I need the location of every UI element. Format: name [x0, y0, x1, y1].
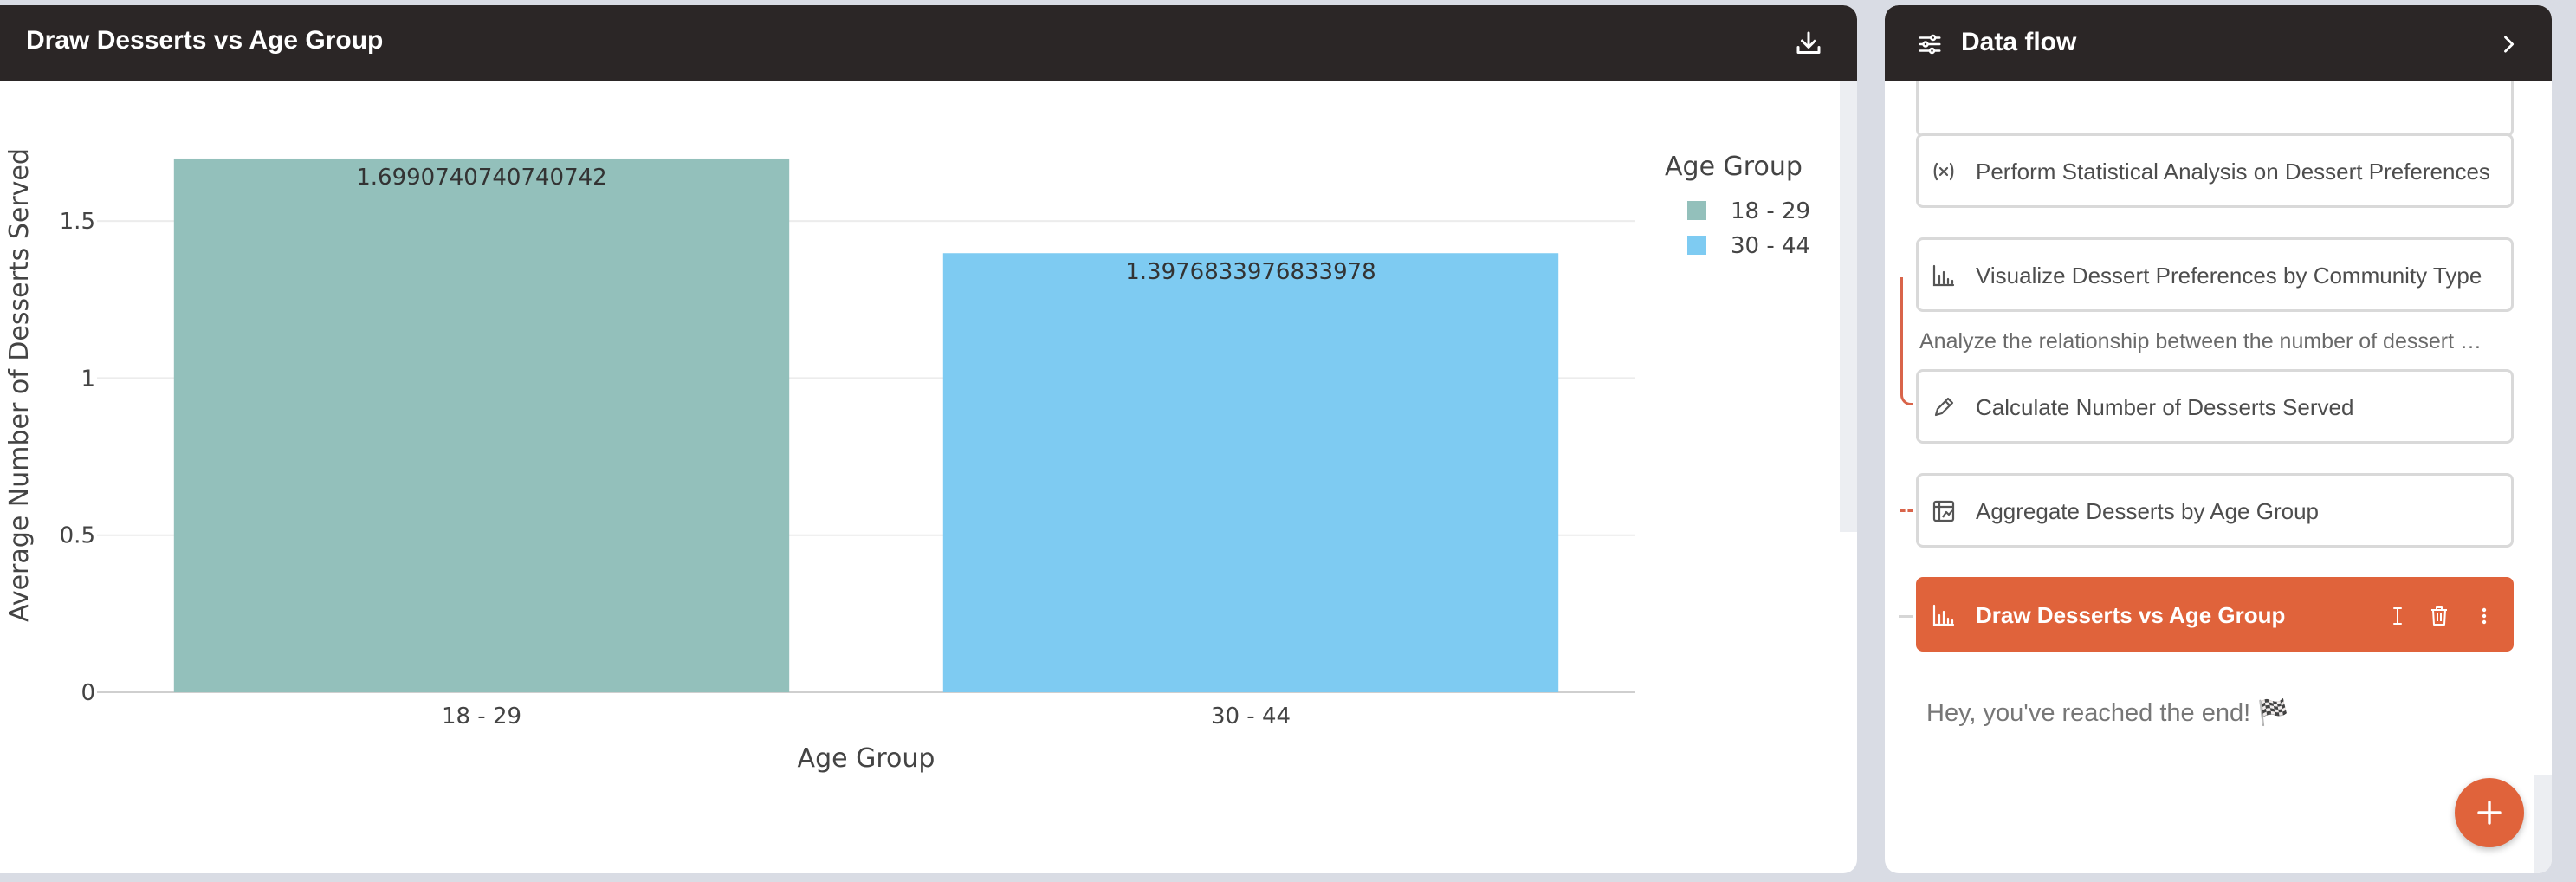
step-label: Calculate Number of Desserts Served — [1976, 394, 2354, 420]
plus-icon — [2477, 801, 2502, 825]
chart-area: 0 0.5 1 1.5 1.6990740740740742 18 - 29 1.39768… — [0, 81, 1840, 873]
chevron-right-icon[interactable] — [2496, 31, 2521, 57]
variable-icon — [1931, 159, 1957, 185]
flow-settings-icon — [1916, 31, 1944, 57]
x-tick-label: 18 - 29 — [442, 704, 521, 730]
y-tick-label: 0 — [81, 680, 95, 706]
more-vertical-icon[interactable] — [2471, 602, 2497, 630]
flow-header: Data flow — [1885, 5, 2552, 81]
legend-entry[interactable]: 18 - 29 — [1731, 198, 1810, 224]
pencil-icon — [1931, 394, 1957, 420]
bar-30-44[interactable] — [942, 253, 1559, 692]
flow-connector-tick — [1899, 615, 1913, 618]
bar-chart-icon — [1931, 263, 1957, 289]
y-axis-title: Average Number of Desserts Served — [4, 148, 35, 622]
add-step-button[interactable] — [2455, 778, 2524, 847]
step-statistical-analysis[interactable]: Perform Statistical Analysis on Dessert … — [1916, 133, 2514, 208]
bar-value-label: 1.3976833976833978 — [1125, 259, 1375, 285]
step-label: Visualize Dessert Preferences by Communi… — [1976, 263, 2482, 289]
y-tick-label: 0.5 — [60, 523, 95, 549]
y-tick-label: 1 — [81, 366, 95, 392]
flow-scrollbar[interactable] — [2534, 775, 2552, 873]
legend-swatch[interactable] — [1687, 236, 1706, 255]
step-visualize-preferences[interactable]: Visualize Dessert Preferences by Communi… — [1916, 237, 2514, 312]
x-axis-title: Age Group — [798, 743, 935, 774]
chart-scrollbar[interactable] — [1840, 81, 1857, 532]
step-actions — [2385, 602, 2497, 630]
bar-chart: 0 0.5 1 1.5 1.6990740740740742 18 - 29 1.39768… — [4, 148, 1810, 774]
step-partial[interactable] — [1916, 81, 2514, 137]
step-draw-desserts[interactable]: Draw Desserts vs Age Group — [1916, 577, 2514, 652]
aggregate-icon — [1931, 498, 1957, 524]
chart-header: Draw Desserts vs Age Group — [0, 5, 1857, 81]
data-flow-panel: Data flow Perform Statistical Analysis o… — [1885, 5, 2552, 873]
x-tick-label: 30 - 44 — [1211, 704, 1291, 730]
trash-icon[interactable] — [2426, 602, 2452, 630]
step-aggregate-desserts[interactable]: Aggregate Desserts by Age Group — [1916, 473, 2514, 548]
flow-connector-dashed — [1900, 509, 1913, 515]
step-calculate-desserts[interactable]: Calculate Number of Desserts Served — [1916, 369, 2514, 444]
bar-value-label: 1.6990740740740742 — [356, 165, 606, 191]
chart-panel: Draw Desserts vs Age Group 0 0.5 1 1.5 1.699… — [0, 5, 1857, 873]
bar-chart-icon — [1931, 602, 1957, 628]
step-label: Aggregate Desserts by Age Group — [1976, 498, 2320, 524]
flow-title: Data flow — [1961, 28, 2077, 56]
flow-connector — [1900, 277, 1913, 405]
step-label: Draw Desserts vs Age Group — [1976, 602, 2286, 628]
download-icon[interactable] — [1793, 28, 1824, 59]
y-tick-label: 1.5 — [60, 209, 95, 235]
rename-icon[interactable] — [2385, 602, 2411, 630]
step-description: Analyze the relationship between the num… — [1919, 329, 2482, 353]
end-of-flow-text: Hey, you've reached the end! 🏁 — [1926, 699, 2289, 727]
legend-swatch[interactable] — [1687, 201, 1706, 220]
legend-entry[interactable]: 30 - 44 — [1731, 233, 1810, 259]
bar-18-29[interactable] — [173, 158, 790, 693]
step-label: Perform Statistical Analysis on Dessert … — [1976, 159, 2490, 185]
chart-title: Draw Desserts vs Age Group — [26, 26, 384, 55]
legend-title: Age Group — [1665, 152, 1803, 182]
